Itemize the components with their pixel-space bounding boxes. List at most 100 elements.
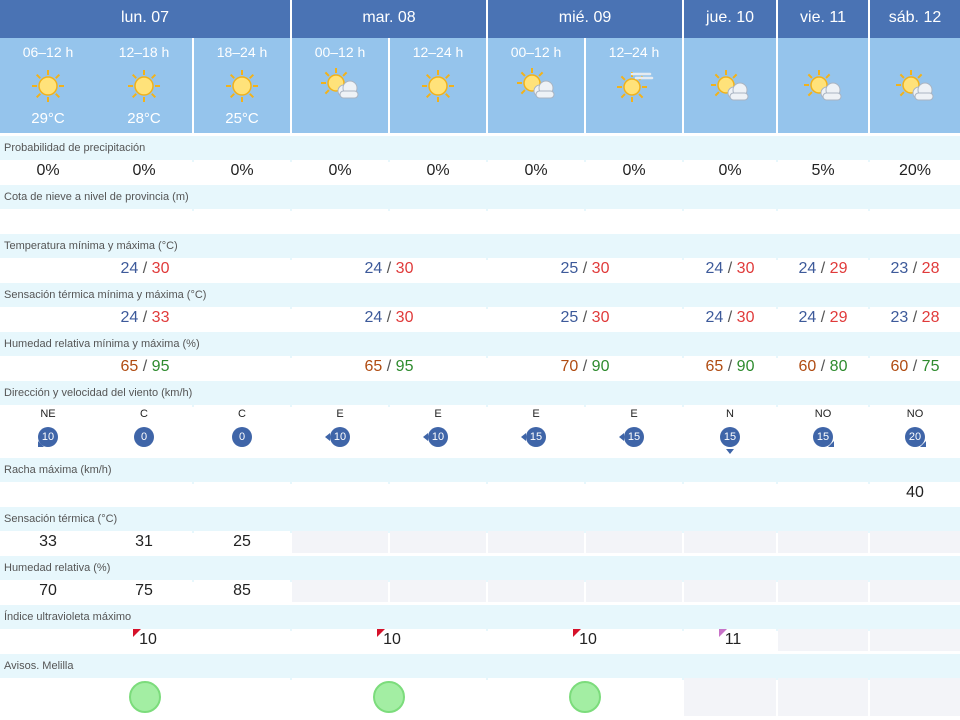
wind-arrow-icon [325, 433, 330, 441]
period-cell: 18–24 h 25°C [194, 38, 290, 133]
hum-value-min: 60 [890, 358, 909, 375]
precip-value: 0% [292, 160, 388, 182]
hum-hourly-value [684, 580, 776, 602]
wind-speed-badge: 15 [526, 427, 546, 447]
hum-hourly-value [390, 580, 486, 602]
uv-cell: 11 [684, 629, 776, 651]
snow-value [96, 209, 192, 231]
warning-level-green-icon[interactable] [129, 681, 161, 713]
precip-value: 0% [194, 160, 290, 182]
wind-arrow-icon [920, 441, 926, 447]
feel-hourly-value [390, 531, 486, 553]
temp-value-min: 24 [705, 260, 724, 277]
hum-value-separator: / [816, 358, 830, 375]
wind-speed-badge: 0 [232, 427, 252, 447]
wind-direction: C [238, 408, 246, 420]
period-cell [870, 38, 960, 133]
gust-value [778, 482, 868, 504]
uv-cell [778, 629, 868, 651]
period-label: 06–12 h [22, 44, 74, 60]
day-header[interactable]: mar. 08 [292, 0, 486, 38]
hum-hourly-value: 70 [0, 580, 96, 602]
snow-value [390, 209, 486, 231]
hum-value-min: 65 [364, 358, 383, 375]
wind-arrow-icon [38, 441, 44, 447]
uv-value: 10 [579, 631, 597, 648]
wind-cell: NO 20 [870, 405, 960, 455]
hum-hourly-value [292, 580, 388, 602]
warning-level-green-icon[interactable] [373, 681, 405, 713]
feel-value-separator: / [578, 309, 592, 326]
uv-value-wrap: 10 [377, 629, 401, 651]
wind-arrow-icon [423, 433, 428, 441]
feel-value-separator: / [816, 309, 830, 326]
sun-icon [416, 68, 460, 104]
day-header[interactable]: sáb. 12 [870, 0, 960, 38]
hum-value: 65 / 95 [0, 356, 290, 378]
day-header[interactable]: lun. 07 [0, 0, 290, 38]
hum-hourly-value: 85 [194, 580, 290, 602]
snow-value [0, 209, 96, 231]
hum-value-max: 95 [395, 358, 414, 375]
hum-value-min: 70 [560, 358, 579, 375]
gust-value [194, 482, 290, 504]
gust-value: 40 [870, 482, 960, 504]
sun-icon [122, 68, 166, 104]
label-precipitation: Probabilidad de precipitación [0, 136, 960, 162]
precip-value: 5% [778, 160, 868, 182]
day-header[interactable]: mié. 09 [488, 0, 682, 38]
temp-value-max: 30 [151, 260, 170, 277]
warning-cell [0, 678, 290, 716]
temp-value-min: 23 [890, 260, 909, 277]
precip-value: 0% [684, 160, 776, 182]
feel-hourly-value [778, 531, 868, 553]
wind-cell: E 15 [488, 405, 584, 455]
temp-value: 25 / 30 [488, 258, 682, 280]
sun-icon [220, 68, 264, 104]
feel-value: 23 / 28 [870, 307, 960, 329]
snow-value [778, 209, 868, 231]
warning-cell [778, 678, 868, 716]
wind-arrow-icon [828, 441, 834, 447]
wind-cell: C0 [96, 405, 192, 455]
wind-direction: NO [906, 408, 924, 420]
label-temperature: Temperatura mínima y máxima (°C) [0, 234, 960, 260]
temp-value-min: 24 [798, 260, 817, 277]
period-label: 00–12 h [510, 44, 562, 60]
temp-value-separator: / [382, 260, 396, 277]
wind-direction: N [726, 408, 734, 420]
period-cell [684, 38, 776, 133]
hum-hourly-value [778, 580, 868, 602]
uv-value: 10 [383, 631, 401, 648]
wind-speed-badge: 15 [720, 427, 740, 447]
hum-hourly-value: 75 [96, 580, 192, 602]
wind-direction: E [532, 408, 540, 420]
precip-value: 0% [0, 160, 96, 182]
temp-value-separator: / [723, 260, 737, 277]
hum-value: 60 / 75 [870, 356, 960, 378]
label-snow-level: Cota de nieve a nivel de provincia (m) [0, 185, 960, 211]
period-cell: 06–12 h 29°C [0, 38, 96, 133]
temp-value: 24 / 29 [778, 258, 868, 280]
uv-flag-icon [133, 629, 142, 637]
hum-hourly-value [488, 580, 584, 602]
hum-value-separator: / [138, 358, 152, 375]
gust-value [684, 482, 776, 504]
feel-value-min: 24 [120, 309, 139, 326]
hum-value-min: 65 [120, 358, 139, 375]
label-uv-index: Índice ultravioleta máximo [0, 605, 960, 631]
feel-value-min: 24 [364, 309, 383, 326]
wind-arrow-icon [521, 433, 526, 441]
label-humidity: Humedad relativa mínima y máxima (%) [0, 332, 960, 358]
uv-value: 10 [139, 631, 157, 648]
hum-value-min: 65 [705, 358, 724, 375]
temp-value-max: 30 [395, 260, 414, 277]
day-header[interactable]: vie. 11 [778, 0, 868, 38]
wind-cell: E 10 [390, 405, 486, 455]
label-humidity-hourly: Humedad relativa (%) [0, 556, 960, 582]
day-header[interactable]: jue. 10 [684, 0, 776, 38]
temp-value-max: 30 [591, 260, 610, 277]
snow-value [586, 209, 682, 231]
hum-value-max: 80 [829, 358, 848, 375]
warning-level-green-icon[interactable] [569, 681, 601, 713]
